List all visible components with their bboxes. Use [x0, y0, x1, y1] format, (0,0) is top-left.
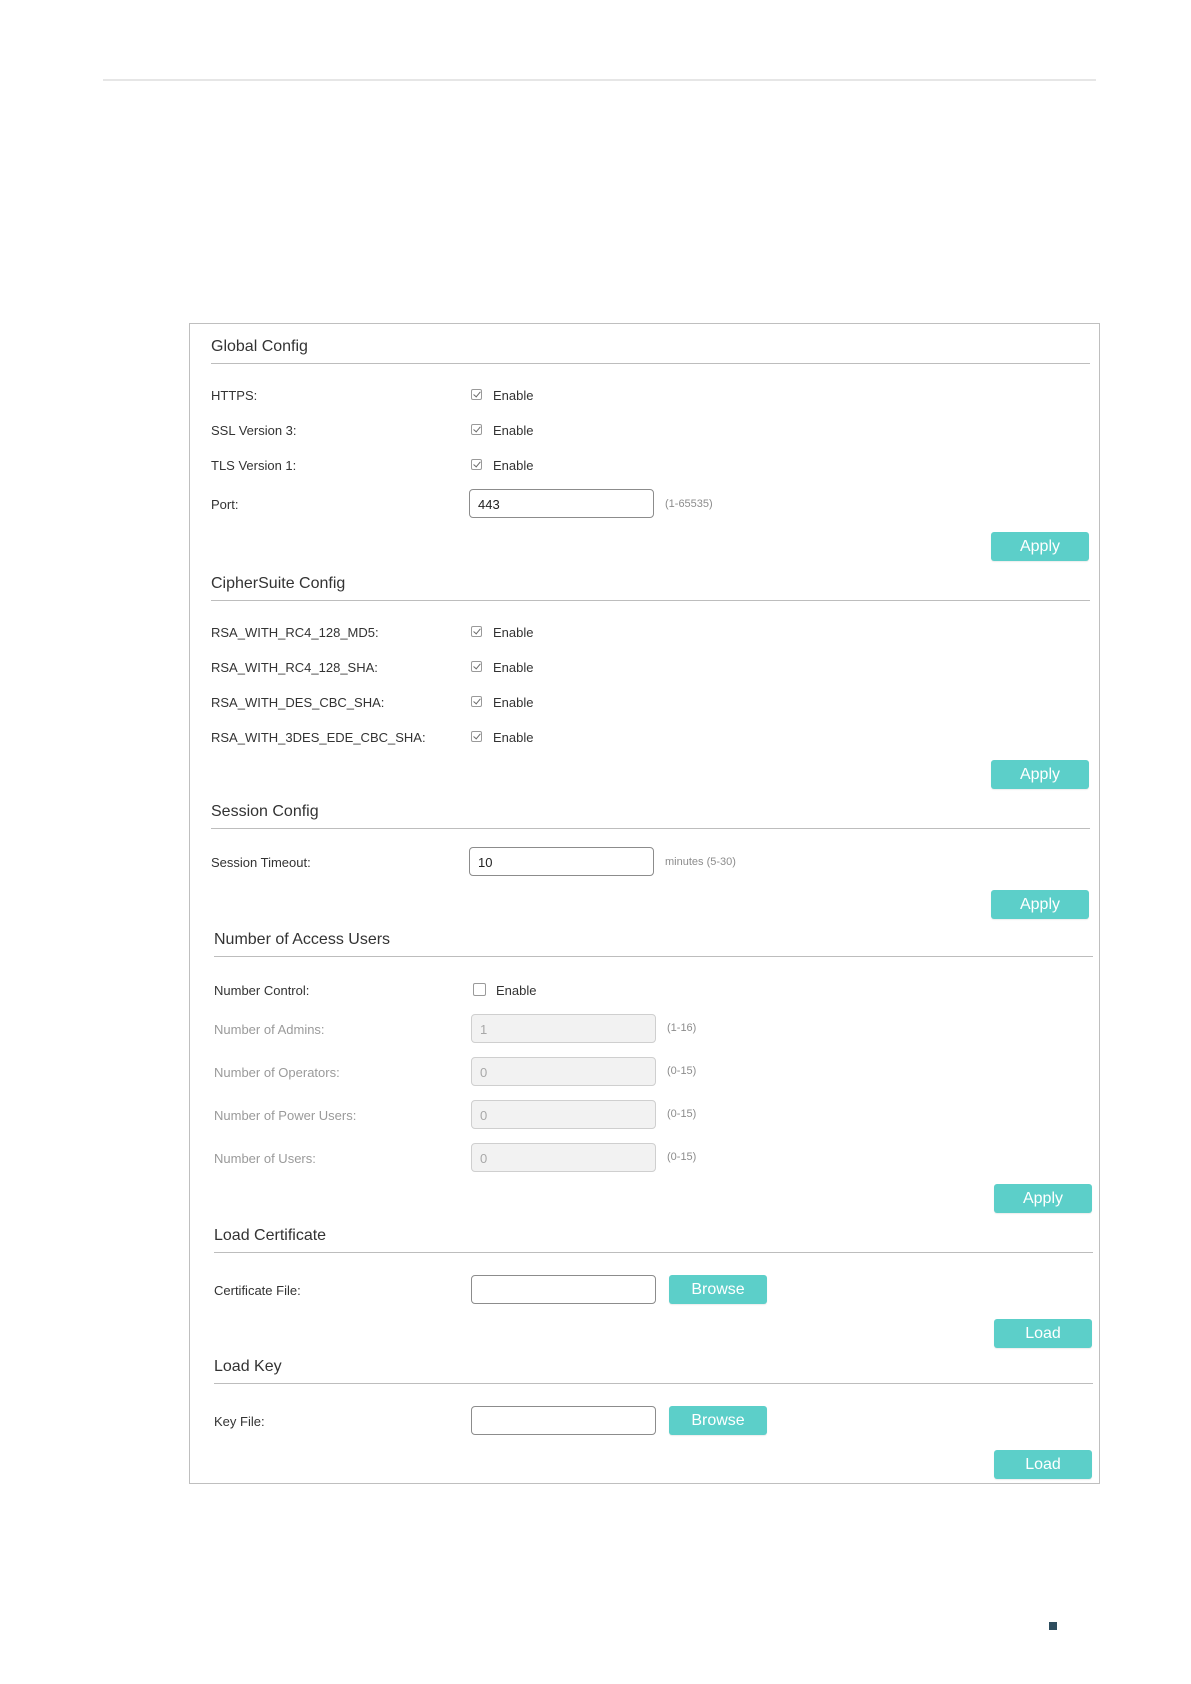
- tls1-label: TLS Version 1:: [211, 458, 297, 473]
- key-browse-button[interactable]: Browse: [669, 1406, 767, 1435]
- number-of-power-users-hint: (0-15): [667, 1108, 697, 1120]
- cipher-apply-button[interactable]: Apply: [991, 760, 1089, 789]
- number-of-power-users-label: Number of Power Users:: [214, 1108, 357, 1123]
- number-control-checkbox[interactable]: [473, 983, 486, 996]
- section-divider: [214, 1383, 1093, 1384]
- port-label: Port:: [211, 497, 239, 512]
- section-divider: [214, 1252, 1093, 1253]
- page-header-rule: [103, 79, 1096, 81]
- cipher-des-cbc-sha-enable-label: Enable: [493, 695, 534, 710]
- session-timeout-input[interactable]: 10: [469, 847, 654, 876]
- key-file-label: Key File:: [214, 1414, 265, 1429]
- tls1-enable-checkbox[interactable]: [471, 459, 482, 470]
- section-divider: [214, 956, 1093, 957]
- port-range-hint: (1-65535): [665, 498, 713, 510]
- port-input[interactable]: 443: [469, 489, 654, 518]
- number-of-admins-label: Number of Admins:: [214, 1022, 325, 1037]
- footer-marker-square: [1049, 1622, 1057, 1630]
- number-of-operators-hint: (0-15): [667, 1065, 697, 1077]
- number-of-users-hint: (0-15): [667, 1151, 697, 1163]
- cipher-3des-label: RSA_WITH_3DES_EDE_CBC_SHA:: [211, 730, 426, 745]
- section-title-load-certificate: Load Certificate: [214, 1227, 327, 1244]
- ssl3-enable-checkbox[interactable]: [471, 424, 482, 435]
- number-of-admins-input[interactable]: 1: [471, 1014, 656, 1043]
- tls1-enable-label: Enable: [493, 458, 534, 473]
- cipher-rc4-md5-label: RSA_WITH_RC4_128_MD5:: [211, 625, 379, 640]
- cipher-des-cbc-sha-label: RSA_WITH_DES_CBC_SHA:: [211, 695, 385, 710]
- global-apply-button[interactable]: Apply: [991, 532, 1089, 561]
- section-title-session-config: Session Config: [211, 803, 319, 820]
- number-of-operators-label: Number of Operators:: [214, 1065, 340, 1080]
- number-of-admins-hint: (1-16): [667, 1022, 697, 1034]
- cipher-rc4-md5-enable-label: Enable: [493, 625, 534, 640]
- number-control-label: Number Control:: [214, 983, 310, 998]
- cipher-des-cbc-sha-checkbox[interactable]: [471, 696, 482, 707]
- section-title-access-users: Number of Access Users: [214, 931, 391, 948]
- section-divider: [211, 828, 1090, 829]
- https-label: HTTPS:: [211, 388, 258, 403]
- cipher-rc4-sha-checkbox[interactable]: [471, 661, 482, 672]
- cipher-3des-enable-label: Enable: [493, 730, 534, 745]
- access-apply-button[interactable]: Apply: [994, 1184, 1092, 1213]
- certificate-file-input[interactable]: [471, 1275, 656, 1304]
- https-config-panel: Global Config HTTPS: Enable SSL Version …: [189, 323, 1100, 1484]
- certificate-browse-button[interactable]: Browse: [669, 1275, 767, 1304]
- certificate-file-label: Certificate File:: [214, 1283, 301, 1298]
- number-control-enable-label: Enable: [496, 983, 537, 998]
- https-enable-label: Enable: [493, 388, 534, 403]
- session-apply-button[interactable]: Apply: [991, 890, 1089, 919]
- section-title-ciphersuite-config: CipherSuite Config: [211, 575, 346, 592]
- section-title-global-config: Global Config: [211, 338, 308, 355]
- certificate-load-button[interactable]: Load: [994, 1319, 1092, 1348]
- session-timeout-label: Session Timeout:: [211, 855, 311, 870]
- number-of-users-input[interactable]: 0: [471, 1143, 656, 1172]
- number-of-users-label: Number of Users:: [214, 1151, 316, 1166]
- cipher-rc4-sha-enable-label: Enable: [493, 660, 534, 675]
- section-title-load-key: Load Key: [214, 1358, 282, 1375]
- cipher-3des-checkbox[interactable]: [471, 731, 482, 742]
- session-timeout-hint: minutes (5-30): [665, 856, 736, 868]
- key-load-button[interactable]: Load: [994, 1450, 1092, 1479]
- section-divider: [211, 600, 1090, 601]
- section-divider: [211, 363, 1090, 364]
- number-of-operators-input[interactable]: 0: [471, 1057, 656, 1086]
- cipher-rc4-md5-checkbox[interactable]: [471, 626, 482, 637]
- ssl3-label: SSL Version 3:: [211, 423, 297, 438]
- cipher-rc4-sha-label: RSA_WITH_RC4_128_SHA:: [211, 660, 378, 675]
- number-of-power-users-input[interactable]: 0: [471, 1100, 656, 1129]
- key-file-input[interactable]: [471, 1406, 656, 1435]
- https-enable-checkbox[interactable]: [471, 389, 482, 400]
- ssl3-enable-label: Enable: [493, 423, 534, 438]
